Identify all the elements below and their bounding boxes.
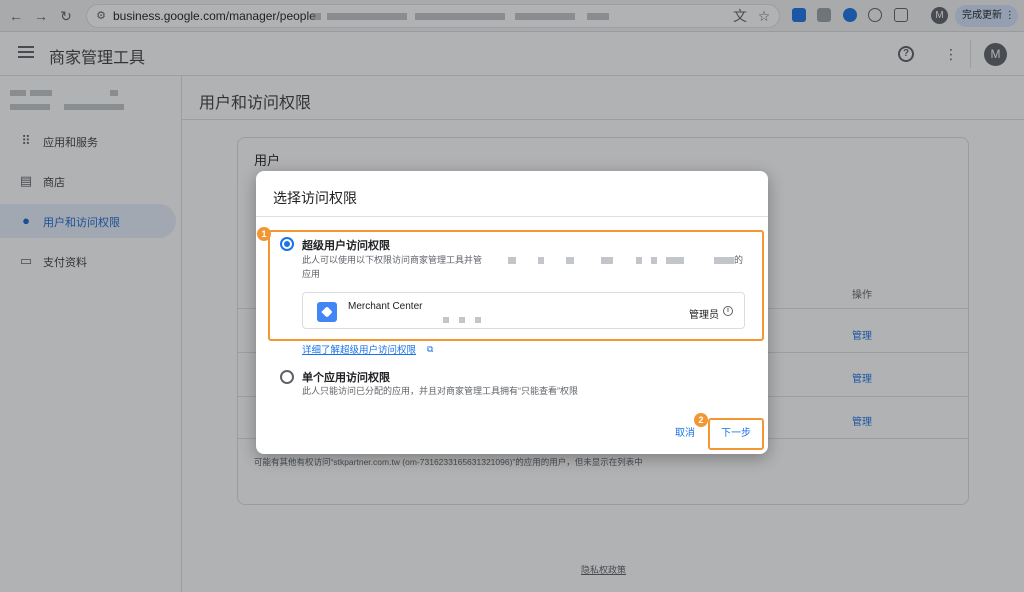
dialog-divider — [256, 216, 768, 217]
step-badge: 1 — [257, 227, 271, 241]
single-app-radio[interactable] — [280, 370, 294, 384]
open-in-new-icon[interactable]: ⧉ — [427, 344, 433, 355]
learn-more-link[interactable]: 详细了解超级用户访问权限 — [302, 342, 416, 356]
dialog-title: 选择访问权限 — [273, 190, 357, 206]
cancel-button[interactable]: 取消 — [675, 424, 695, 439]
highlight-box-next — [708, 418, 764, 450]
highlight-box-super-user — [268, 230, 764, 341]
option-description: 此人只能访问已分配的应用，并且对商家管理工具拥有“只能查看”权限 — [302, 386, 578, 396]
option-title: 单个应用访问权限 — [302, 372, 390, 384]
step-badge: 2 — [694, 413, 708, 427]
